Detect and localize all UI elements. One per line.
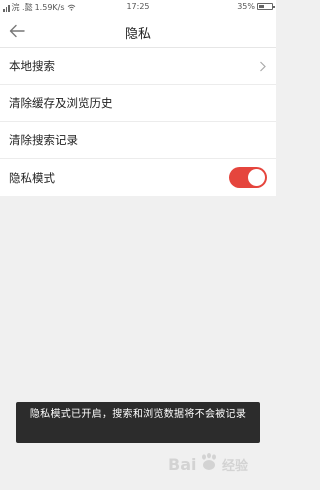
setting-label: 本地搜索	[9, 59, 55, 73]
setting-label: 隐私模式	[9, 170, 55, 185]
setting-private-mode: 隐私模式	[0, 159, 276, 196]
toast-message: 隐私模式已开启，搜索和浏览数据将不会被记录	[16, 402, 260, 443]
status-right: 35%	[237, 2, 275, 11]
setting-clear-search-history[interactable]: 清除搜索记录	[0, 122, 276, 159]
screen: 浣 .懿 1.59K/s 17:25 35% 隐私 本地搜索 清除缓存及浏览历史…	[0, 0, 276, 490]
status-bar: 浣 .懿 1.59K/s 17:25 35%	[0, 0, 276, 14]
setting-local-search[interactable]: 本地搜索	[0, 48, 276, 85]
chevron-right-icon	[260, 61, 266, 72]
setting-clear-cache-history[interactable]: 清除缓存及浏览历史	[0, 85, 276, 122]
baidu-jingyan-watermark-logo: Bai 经验	[166, 444, 270, 478]
settings-list: 本地搜索 清除缓存及浏览历史 清除搜索记录 隐私模式	[0, 48, 276, 196]
private-mode-toggle[interactable]	[229, 167, 267, 188]
status-time: 17:25	[126, 2, 150, 11]
svg-text:Bai: Bai	[168, 455, 196, 474]
setting-label: 清除搜索记录	[9, 133, 78, 147]
nav-bar: 隐私	[0, 14, 276, 48]
battery-percent: 35%	[237, 2, 255, 11]
toggle-knob	[248, 169, 265, 186]
page-title: 隐私	[124, 27, 151, 42]
battery-level	[259, 5, 264, 8]
battery-icon	[257, 3, 275, 10]
svg-text:经验: 经验	[222, 458, 249, 474]
setting-label: 清除缓存及浏览历史	[9, 96, 113, 110]
